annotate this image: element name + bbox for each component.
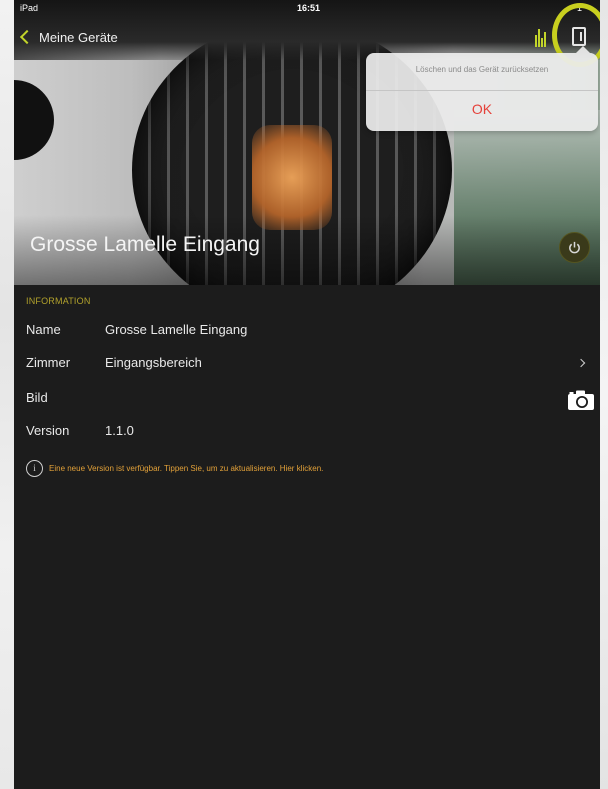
power-button[interactable] [559, 232, 590, 263]
left-backdrop [0, 0, 14, 789]
info-row-room[interactable]: Zimmer Eingangsbereich [26, 355, 596, 375]
camera-icon[interactable] [567, 389, 595, 411]
reset-popover: Löschen und das Gerät zurücksetzen OK [366, 46, 598, 131]
device-screen: iPad 16:51 1 Meine Geräte Löschen und da… [14, 0, 600, 789]
device-title: Grosse Lamelle Eingang [30, 233, 260, 256]
status-bar: iPad 16:51 1 [14, 0, 600, 16]
info-row-name: Name Grosse Lamelle Eingang [26, 322, 596, 342]
popover-divider [366, 90, 598, 91]
update-notice-text: Eine neue Version ist verfügbar. Tippen … [49, 463, 324, 473]
right-backdrop [600, 0, 608, 789]
info-row-image: Bild [26, 390, 596, 410]
section-header-information: INFORMATION [26, 296, 91, 306]
row-value: Grosse Lamelle Eingang [105, 322, 248, 337]
power-icon [569, 241, 580, 254]
status-time: 16:51 [297, 3, 321, 13]
popover-arrow [576, 46, 590, 53]
back-button[interactable]: Meine Geräte [19, 27, 118, 47]
carrier-label: iPad [20, 3, 39, 13]
row-label: Name [26, 322, 61, 337]
row-value: 1.1.0 [105, 423, 134, 438]
update-notice[interactable]: i Eine neue Version ist verfügbar. Tippe… [26, 458, 323, 478]
row-value: Eingangsbereich [105, 355, 202, 370]
bars-icon[interactable] [535, 27, 547, 47]
row-label: Zimmer [26, 355, 71, 370]
row-label: Bild [26, 390, 48, 405]
row-label: Version [26, 423, 70, 438]
back-button-label: Meine Geräte [39, 29, 118, 45]
info-icon: i [26, 459, 43, 477]
chevron-left-icon [19, 29, 35, 45]
chevron-right-icon [576, 358, 586, 368]
info-row-version: Version 1.1.0 [26, 423, 596, 443]
ok-button[interactable]: OK [366, 101, 598, 117]
popover-message: Löschen und das Gerät zurücksetzen [415, 65, 549, 74]
